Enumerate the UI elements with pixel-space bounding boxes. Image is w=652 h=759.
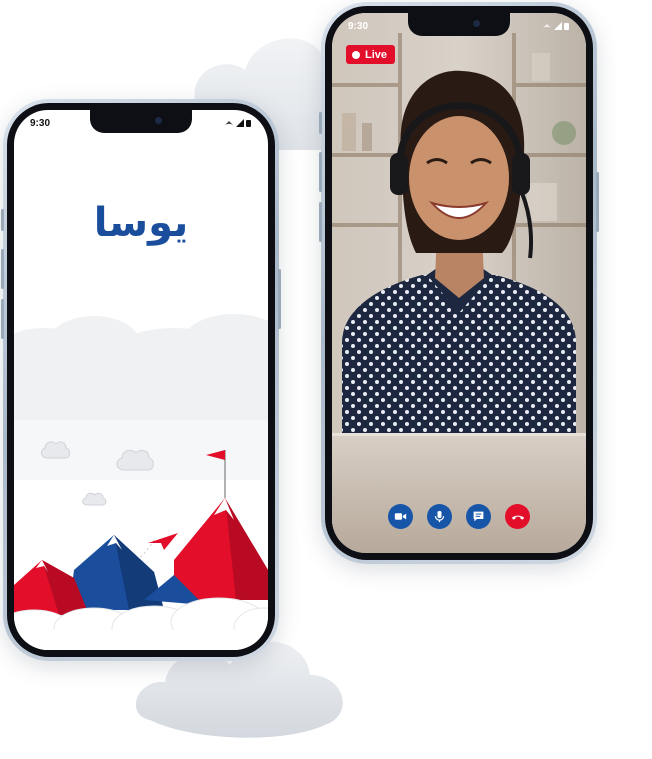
video-camera-icon [394, 513, 407, 520]
video-call-phone-mockup: 9:30 Live [319, 2, 599, 564]
toggle-mic-button[interactable] [427, 504, 452, 529]
end-call-button[interactable] [505, 504, 530, 529]
chat-icon [473, 511, 484, 522]
splash-screen: 9:30 يوسا [14, 110, 268, 650]
status-icons [542, 22, 569, 30]
splash-phone-mockup: 9:30 يوسا [1, 99, 281, 661]
mountain-illustration [14, 314, 268, 650]
status-time: 9:30 [348, 21, 369, 32]
status-icons [224, 119, 251, 127]
toggle-video-button[interactable] [388, 504, 413, 529]
notch [90, 110, 192, 133]
microphone-icon [434, 510, 445, 523]
status-time: 9:30 [30, 118, 51, 129]
paper-plane-icon [148, 533, 178, 550]
live-label: Live [365, 48, 388, 61]
live-badge: Live [346, 45, 396, 64]
brand-logo: يوسا [93, 200, 189, 246]
end-call-icon [511, 515, 524, 520]
call-controls [332, 504, 586, 529]
video-feed [332, 13, 586, 553]
notch [408, 13, 510, 36]
video-call-screen: 9:30 Live [332, 13, 586, 553]
live-dot-icon [352, 50, 360, 59]
chat-button[interactable] [466, 504, 491, 529]
